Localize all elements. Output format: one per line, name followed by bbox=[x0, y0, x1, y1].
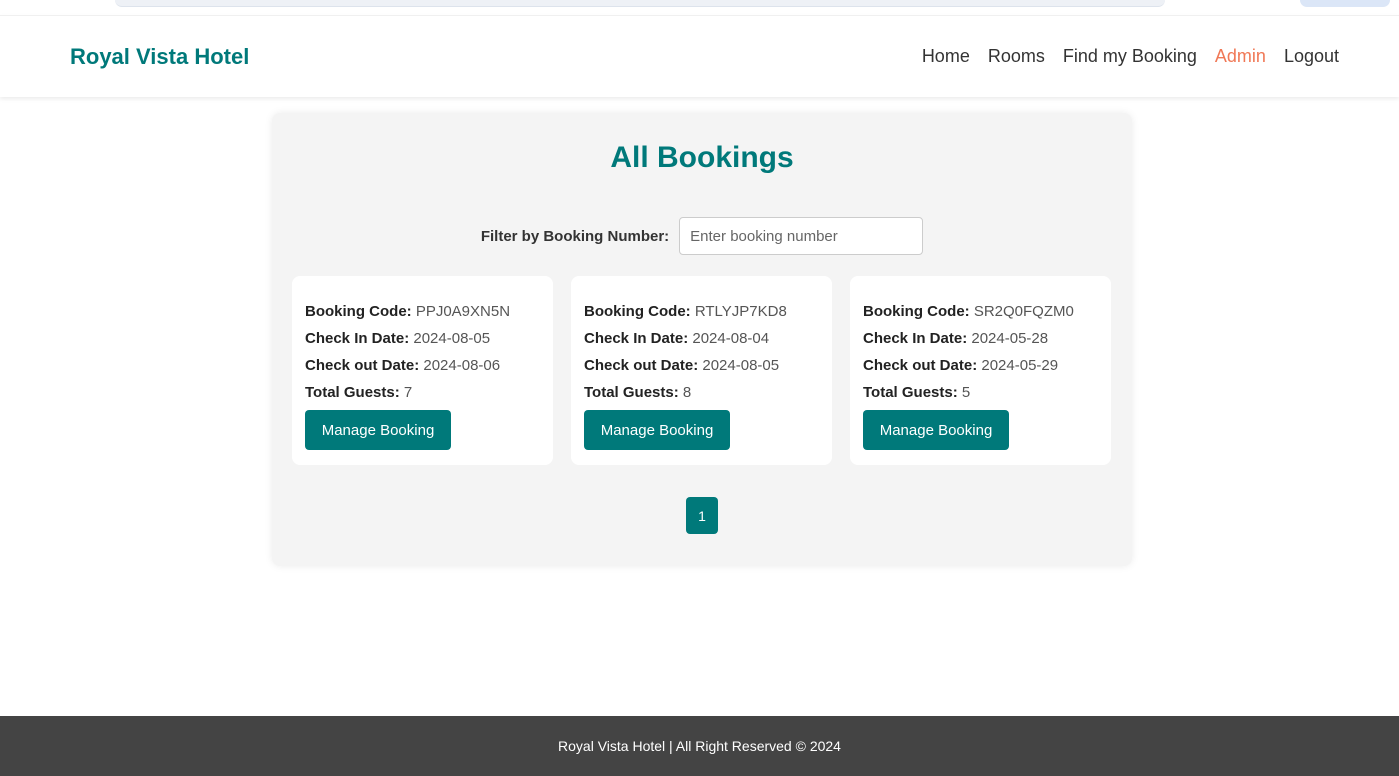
manage-booking-button[interactable]: Manage Booking bbox=[863, 410, 1009, 450]
check-in-label: Check In Date: bbox=[305, 330, 410, 347]
check-out-value: 2024-08-06 bbox=[423, 357, 501, 374]
page-title: All Bookings bbox=[610, 141, 794, 174]
booking-code-label: Booking Code: bbox=[584, 303, 691, 320]
navbar: Royal Vista Hotel Home Rooms Find my Boo… bbox=[0, 15, 1399, 97]
brand-logo[interactable]: Royal Vista Hotel bbox=[70, 44, 249, 70]
check-out-label: Check out Date: bbox=[305, 357, 420, 374]
pagination: 1 bbox=[686, 497, 718, 534]
booking-code-line: Booking Code: PPJ0A9XN5N bbox=[305, 298, 540, 325]
filter-label: Filter by Booking Number: bbox=[480, 227, 670, 245]
browser-top-strip-right bbox=[1300, 0, 1390, 7]
booking-code-value: RTLYJP7KD8 bbox=[694, 303, 787, 320]
booking-number-filter-input[interactable] bbox=[679, 217, 924, 255]
check-out-line: Check out Date: 2024-08-06 bbox=[305, 352, 540, 379]
booking-card: Booking Code: SR2Q0FQZM0 Check In Date: … bbox=[850, 276, 1111, 465]
footer: Royal Vista Hotel | All Right Reserved ©… bbox=[0, 716, 1399, 776]
check-out-label: Check out Date: bbox=[863, 357, 978, 374]
total-guests-line: Total Guests: 8 bbox=[584, 379, 819, 406]
check-in-value: 2024-05-28 bbox=[971, 330, 1049, 347]
check-in-line: Check In Date: 2024-08-05 bbox=[305, 325, 540, 352]
check-in-label: Check In Date: bbox=[863, 330, 968, 347]
check-in-line: Check In Date: 2024-08-04 bbox=[584, 325, 819, 352]
total-guests-label: Total Guests: bbox=[305, 384, 400, 401]
total-guests-line: Total Guests: 7 bbox=[305, 379, 540, 406]
nav-link-admin[interactable]: Admin bbox=[1215, 46, 1266, 67]
booking-card: Booking Code: PPJ0A9XN5N Check In Date: … bbox=[292, 276, 553, 465]
check-out-line: Check out Date: 2024-08-05 bbox=[584, 352, 819, 379]
nav-link-rooms[interactable]: Rooms bbox=[988, 46, 1045, 67]
total-guests-value: 7 bbox=[403, 384, 413, 401]
bookings-container: All Bookings Filter by Booking Number: B… bbox=[272, 113, 1132, 566]
check-out-value: 2024-05-29 bbox=[981, 357, 1059, 374]
total-guests-value: 5 bbox=[961, 384, 971, 401]
booking-code-label: Booking Code: bbox=[863, 303, 970, 320]
total-guests-value: 8 bbox=[682, 384, 692, 401]
manage-booking-button[interactable]: Manage Booking bbox=[305, 410, 451, 450]
booking-cards: Booking Code: PPJ0A9XN5N Check In Date: … bbox=[292, 276, 1111, 465]
footer-text: Royal Vista Hotel | All Right Reserved ©… bbox=[558, 738, 841, 754]
nav-link-logout[interactable]: Logout bbox=[1284, 46, 1339, 67]
check-out-value: 2024-08-05 bbox=[702, 357, 780, 374]
check-in-value: 2024-08-04 bbox=[692, 330, 770, 347]
check-in-value: 2024-08-05 bbox=[413, 330, 491, 347]
booking-code-label: Booking Code: bbox=[305, 303, 412, 320]
total-guests-label: Total Guests: bbox=[863, 384, 958, 401]
nav-links: Home Rooms Find my Booking Admin Logout bbox=[922, 46, 1339, 67]
booking-code-line: Booking Code: SR2Q0FQZM0 bbox=[863, 298, 1098, 325]
nav-link-find-my-booking[interactable]: Find my Booking bbox=[1063, 46, 1197, 67]
check-out-label: Check out Date: bbox=[584, 357, 699, 374]
nav-link-home[interactable]: Home bbox=[922, 46, 970, 67]
booking-code-value: SR2Q0FQZM0 bbox=[973, 303, 1074, 320]
filter-row: Filter by Booking Number: bbox=[272, 217, 1132, 255]
booking-code-value: PPJ0A9XN5N bbox=[415, 303, 511, 320]
browser-top-strip bbox=[115, 0, 1165, 7]
booking-card: Booking Code: RTLYJP7KD8 Check In Date: … bbox=[571, 276, 832, 465]
manage-booking-button[interactable]: Manage Booking bbox=[584, 410, 730, 450]
check-out-line: Check out Date: 2024-05-29 bbox=[863, 352, 1098, 379]
check-in-line: Check In Date: 2024-05-28 bbox=[863, 325, 1098, 352]
check-in-label: Check In Date: bbox=[584, 330, 689, 347]
total-guests-label: Total Guests: bbox=[584, 384, 679, 401]
booking-code-line: Booking Code: RTLYJP7KD8 bbox=[584, 298, 819, 325]
page-button-1[interactable]: 1 bbox=[686, 497, 718, 534]
total-guests-line: Total Guests: 5 bbox=[863, 379, 1098, 406]
